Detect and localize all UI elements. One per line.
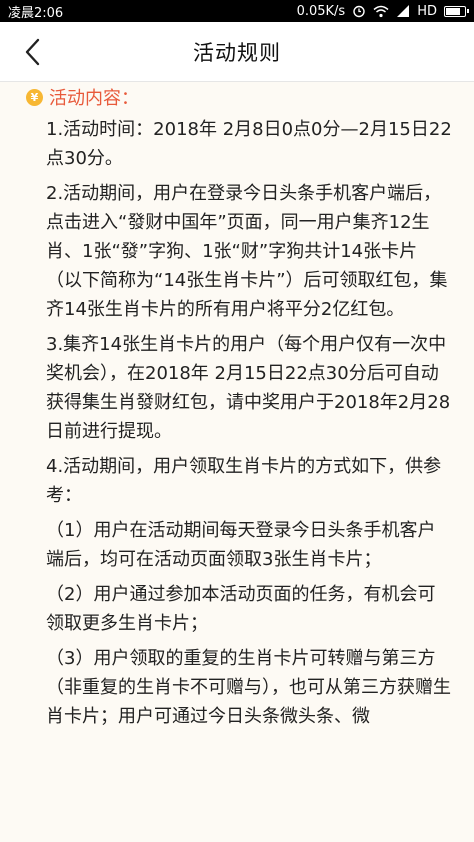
status-indicators: 0.05K/s HD	[296, 3, 469, 19]
section-title: 活动内容：	[49, 88, 139, 109]
wifi-icon	[373, 5, 389, 17]
rule-paragraph: 1.活动时间：2018年 2月8日0点0分—2月15日22点30分。	[46, 119, 452, 169]
rule-paragraph: 2.活动期间，用户在登录今日头条手机客户端后，点击进入“發财中国年”页面，同一用…	[46, 183, 448, 320]
back-button[interactable]	[14, 32, 50, 72]
page-title: 活动规则	[193, 40, 281, 65]
yuan-coin-icon: ¥	[26, 88, 43, 106]
rule-paragraph: 3.集齐14张生肖卡片的用户（每个用户仅有一次中奖机会），在2018年 2月15…	[46, 334, 451, 442]
chevron-left-icon	[25, 38, 40, 66]
rule-paragraph: 4.活动期间，用户领取生肖卡片的方式如下，供参考：	[46, 456, 442, 506]
section-header: ¥ 活动内容：	[22, 83, 452, 111]
rule-paragraph: （3）用户领取的重复的生肖卡片可转赠与第三方（非重复的生肖卡不可赠与），也可从第…	[46, 648, 451, 727]
status-time: 凌晨2:06	[8, 5, 64, 21]
rule-paragraph: （1）用户在活动期间每天登录今日头条手机客户端后，均可在活动页面领取3张生肖卡片…	[46, 520, 436, 570]
rule-paragraph: （2）用户通过参加本活动页面的任务，有机会可领取更多生肖卡片；	[46, 584, 436, 634]
nav-bar: 活动规则	[0, 22, 474, 82]
battery-icon	[444, 5, 469, 17]
rules-content: ¥ 活动内容： 1.活动时间：2018年 2月8日0点0分—2月15日22点30…	[0, 83, 474, 842]
network-type: HD	[417, 3, 437, 19]
network-speed: 0.05K/s	[296, 3, 346, 19]
status-bar: 凌晨2:06 0.05K/s HD	[0, 0, 474, 22]
signal-icon	[397, 5, 410, 17]
alarm-icon	[353, 5, 365, 18]
